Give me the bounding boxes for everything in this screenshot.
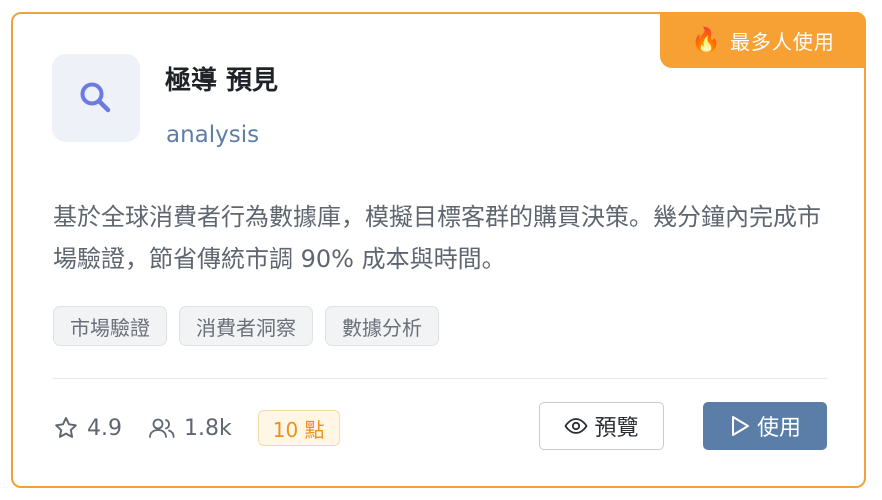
rating-value: 4.9 xyxy=(87,415,122,441)
tool-category: analysis xyxy=(166,122,260,148)
tag-consumer-insight[interactable]: 消費者洞察 xyxy=(179,306,313,346)
users-count: 1.8k xyxy=(184,415,232,441)
star-icon xyxy=(55,417,77,438)
rating-stat: 4.9 xyxy=(53,415,122,441)
points-badge: 10 點 xyxy=(257,410,340,446)
tool-description: 基於全球消費者行為數據庫，模擬目標客群的購買決策。幾分鐘內完成市場驗證，節省傳統… xyxy=(53,203,821,273)
users-icon xyxy=(149,418,175,438)
fire-icon: 🔥 xyxy=(691,26,722,54)
use-button[interactable]: 使用 xyxy=(703,402,827,450)
use-label: 使用 xyxy=(756,416,801,441)
users-stat: 1.8k xyxy=(148,415,232,441)
preview-button[interactable]: 預覽 xyxy=(539,402,664,450)
stats-row: 4.9 1.8k 10 點 xyxy=(53,408,340,448)
divider xyxy=(53,378,827,379)
play-icon xyxy=(731,416,749,436)
most-popular-badge: 🔥 最多人使用 xyxy=(660,12,866,68)
tool-card[interactable]: 🔥 最多人使用 極導 預見 analysis 基於全球消費者行為數據庫，模擬目標… xyxy=(11,12,866,488)
badge-label: 最多人使用 xyxy=(729,29,835,54)
preview-label: 預覽 xyxy=(594,416,639,441)
tag-data-analysis[interactable]: 數據分析 xyxy=(325,306,439,346)
search-icon xyxy=(80,82,111,113)
tool-title: 極導 預見 xyxy=(165,66,279,96)
tag-list: 市場驗證 消費者洞察 數據分析 xyxy=(53,306,439,346)
eye-icon xyxy=(565,418,588,434)
tag-market-validation[interactable]: 市場驗證 xyxy=(53,306,167,346)
tool-icon-box xyxy=(52,54,140,142)
